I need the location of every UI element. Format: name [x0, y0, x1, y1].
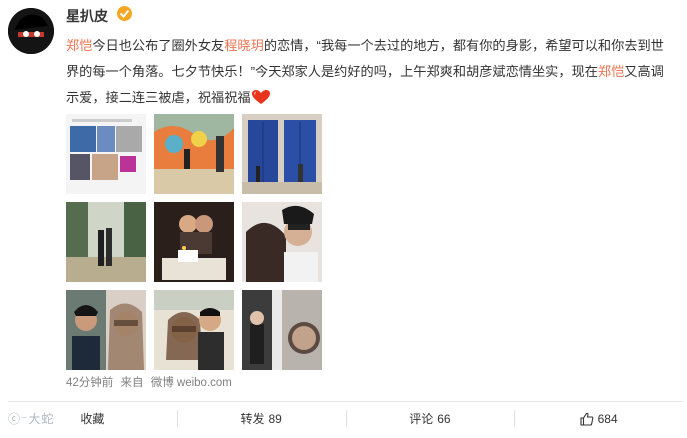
comment-count: 66 [437, 411, 451, 426]
repost-label: 转发 [240, 412, 265, 426]
post-text: 郑恺今日也公布了圈外女友程晓玥的恋情，“我每一个去过的地方，都有你的身影，希望可… [66, 33, 676, 111]
post-text-segment: 今日也公布了圈外女友 [92, 38, 225, 53]
comment-label: 评论 [409, 412, 434, 426]
avatar[interactable] [8, 8, 54, 54]
post-time[interactable]: 42分钟前 [66, 377, 113, 389]
photo-thumbnail[interactable] [66, 202, 146, 282]
repost-count: 89 [268, 411, 282, 426]
mention-link[interactable]: 郑恺 [66, 38, 92, 53]
photo-thumbnail[interactable] [242, 202, 322, 282]
favorite-label: 收藏 [80, 412, 105, 426]
action-bar: 收藏 转发 89 评论 66 684 [8, 401, 683, 435]
mention-link[interactable]: 郑恺 [598, 64, 624, 79]
photo-thumbnail[interactable] [66, 290, 146, 370]
repost-button[interactable]: 转发 89 [176, 402, 346, 435]
post-meta: 42分钟前 来自 微博 weibo.com [66, 374, 236, 390]
source-prefix: 来自 [120, 377, 144, 389]
mention-link[interactable]: 程晓玥 [224, 38, 264, 53]
user-name[interactable]: 星扒皮 [66, 6, 108, 26]
post-source[interactable]: 微博 weibo.com [151, 377, 232, 389]
photo-thumbnail[interactable] [154, 290, 234, 370]
photo-thumbnail[interactable] [242, 114, 322, 194]
photo-thumbnail[interactable] [242, 290, 322, 370]
favorite-button[interactable]: 收藏 [8, 402, 177, 435]
photo-thumbnail[interactable] [66, 114, 146, 194]
comment-button[interactable]: 评论 66 [345, 402, 515, 435]
verified-badge-icon [117, 6, 132, 21]
thumbs-up-icon [580, 412, 593, 426]
like-button[interactable]: 684 [514, 402, 683, 435]
like-count: 684 [597, 411, 618, 426]
heart-icon [251, 90, 270, 104]
photo-thumbnail[interactable] [154, 114, 234, 194]
photo-thumbnail[interactable] [154, 202, 234, 282]
